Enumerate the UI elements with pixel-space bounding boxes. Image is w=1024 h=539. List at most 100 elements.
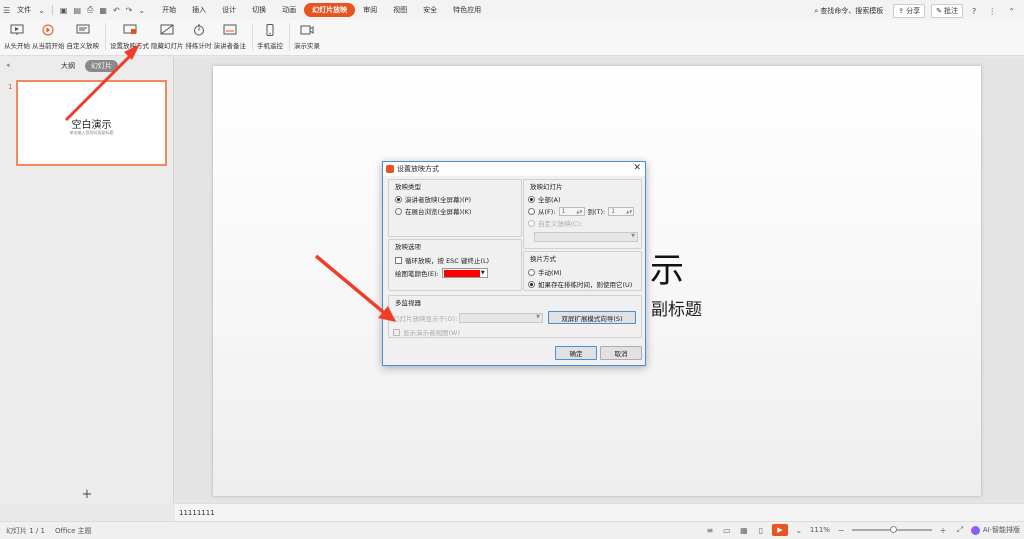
wizard-label: 双屏扩展模式向导(S) [561,314,623,323]
close-icon[interactable]: ✕ [633,163,641,173]
ribbon-label: 从当前开始 [32,42,65,50]
stepper-arrows-icon[interactable]: ▲▼ [576,209,583,214]
add-slide-icon[interactable]: + [80,488,94,503]
notes-text: 11111111 [179,509,215,517]
to-stepper[interactable]: 1 ▲▼ [608,206,635,216]
command-search[interactable]: ⌕ 查找命令、搜索模板 [810,3,887,19]
slide-range-option[interactable]: 从(F): 1 ▲▼ 到(T): 1 ▲▼ [528,206,635,216]
kiosk-mode-option[interactable]: 在展台浏览(全屏幕)(K) [395,206,471,216]
rehearse-timer-button[interactable]: 排练计时 [186,20,212,54]
more-options-icon[interactable]: ⋮ [985,7,999,16]
print-icon[interactable]: ⎙ [84,5,96,15]
redo-icon[interactable]: ↷ [123,6,136,15]
ribbon-label: 自定义放映 [66,42,100,50]
chevron-down-icon[interactable]: ⌄ [793,525,805,536]
play-slideshow-button[interactable]: ▶ [771,524,788,536]
custom-show-select[interactable]: ▼ [534,232,638,242]
radio-button[interactable] [395,207,402,215]
radio-button[interactable] [528,280,535,288]
zoom-slider-handle[interactable] [889,526,897,533]
pen-color-picker[interactable]: ▼ [441,268,488,278]
speaker-notes-button[interactable]: 演讲者备注 [214,20,246,54]
hide-slide-button[interactable]: 隐藏幻灯片 [151,20,184,54]
notes-pane[interactable]: 11111111 [175,503,1024,521]
zoom-out-icon[interactable]: − [835,525,847,536]
tab-review[interactable]: 审阅 [355,3,385,17]
share-button[interactable]: ⇪ 分享 [893,4,926,18]
tab-view[interactable]: 视图 [385,3,415,17]
radio-button[interactable] [528,268,535,276]
dialog-titlebar[interactable]: 设置放映方式 ✕ [383,162,645,176]
collapse-ribbon-icon[interactable]: ⌃ [1005,7,1018,16]
chevron-down-icon[interactable]: ⌄ [35,6,48,15]
custom-show-option[interactable]: 自定义放映(C): [528,218,582,228]
slide-thumbnail[interactable]: 空白演示 单击输入您的封面副标题 [16,80,167,166]
tab-home[interactable]: 开始 [154,3,184,17]
checkbox[interactable] [395,256,402,264]
all-slides-option[interactable]: 全部(A) [528,194,561,204]
hamburger-menu-icon[interactable]: ☰ [0,6,13,15]
undo-icon[interactable]: ↶ [110,6,123,15]
play-from-start-icon [9,23,25,37]
tab-outline[interactable]: 大纲 [55,60,81,72]
checkbox[interactable] [393,328,400,336]
comment-button[interactable]: ✎ 批注 [931,4,964,18]
tab-features[interactable]: 特色应用 [445,3,489,17]
radio-button[interactable] [528,195,535,203]
comment-icon: ✎ [936,7,943,15]
panel-tabs: ◂ 大纲 幻灯片 [0,57,173,75]
slide-subtitle[interactable]: 副标题 [651,295,702,320]
zoom-slider[interactable] [851,526,932,533]
stepper-arrows-icon[interactable]: ▲▼ [626,209,633,214]
phone-remote-button[interactable]: 手机遥控 [257,20,283,54]
tab-design[interactable]: 设计 [214,3,244,17]
collapse-panel-icon[interactable]: ◂ [6,61,10,69]
more-icon[interactable]: ⌄ [135,6,148,15]
tab-insert[interactable]: 插入 [184,3,214,17]
from-stepper[interactable]: 1 ▲▼ [558,206,585,216]
tab-security[interactable]: 安全 [415,3,445,17]
folder-icon[interactable]: ▤ [70,6,84,15]
group-title: 放映幻灯片 [530,183,563,191]
cancel-label: 取消 [614,350,628,358]
separator [105,23,106,51]
manual-advance-option[interactable]: 手动(M) [528,267,562,277]
loop-option[interactable]: 循环放映，按 ESC 键终止(L) [395,255,489,265]
sorter-view-icon[interactable]: ▦ [738,525,750,536]
ok-button[interactable]: 确定 [555,346,597,360]
notes-toggle-icon[interactable]: ≡ [704,525,716,536]
radio-button[interactable] [395,195,402,203]
tab-slideshow[interactable]: 幻灯片放映 [304,3,356,17]
normal-view-icon[interactable]: ▭ [721,525,733,536]
reading-view-icon[interactable]: ▯ [755,525,767,536]
fit-window-icon[interactable]: ⤢ [954,525,966,536]
zoom-level[interactable]: 111% [810,526,830,534]
cancel-button[interactable]: 取消 [600,346,642,360]
setup-show-button[interactable]: 设置放映方式 [110,20,149,54]
slide-title[interactable]: 示 [650,243,684,292]
help-icon[interactable]: ? [969,7,979,16]
tab-animation[interactable]: 动画 [274,3,304,17]
ribbon: 从头开始 从当前开始 自定义放映 设置放映方式 隐藏幻灯片 排练计时 演讲者备注… [0,20,1024,56]
presenter-mode-option[interactable]: 演讲者放映(全屏幕)(P) [395,194,471,204]
play-current-button[interactable]: 从当前开始 [32,20,65,54]
ai-layout-button[interactable]: AI·智能排版 [970,525,1020,535]
tab-transition[interactable]: 切换 [244,3,274,17]
presenter-view-option[interactable]: 显示演示者视图(W) [393,327,460,337]
custom-show-button[interactable]: 自定义放映 [66,20,100,54]
share-icon: ⇪ [898,7,905,15]
play-from-start-button[interactable]: 从头开始 [4,20,30,54]
radio-button[interactable] [528,207,535,215]
tab-slides[interactable]: 幻灯片 [85,60,118,72]
display-on-label: 幻灯片放映显示于(O): [393,315,458,323]
record-show-button[interactable]: 演示实录 [294,20,320,54]
to-label: 到(T): [587,208,606,216]
file-menu[interactable]: 文件 [13,2,35,18]
save-icon[interactable]: ▣ [57,6,71,15]
monitor-select[interactable]: ▼ [459,313,543,323]
dual-screen-wizard-button[interactable]: 双屏扩展模式向导(S) [548,311,636,324]
timed-advance-option[interactable]: 如果存在排练时间，则使用它(U) [528,279,632,289]
zoom-in-icon[interactable]: + [937,525,949,536]
radio-button[interactable] [528,219,535,227]
preview-icon[interactable]: ▦ [96,6,110,15]
